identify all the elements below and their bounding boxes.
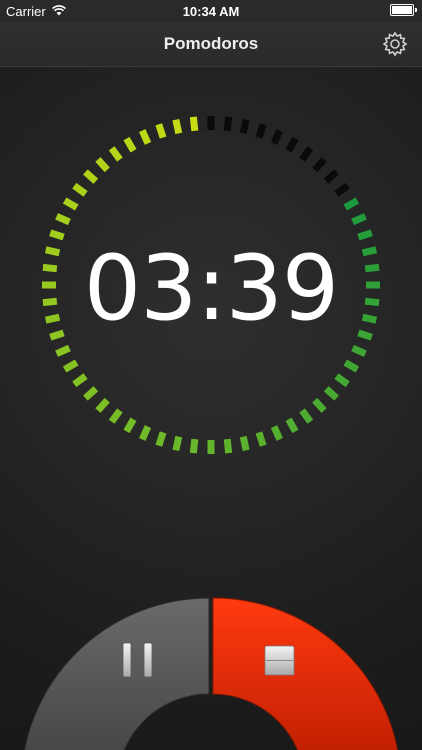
stop-icon bbox=[264, 645, 295, 676]
control-dial bbox=[21, 597, 401, 750]
pause-button[interactable] bbox=[21, 597, 210, 750]
stop-button[interactable] bbox=[212, 597, 401, 750]
